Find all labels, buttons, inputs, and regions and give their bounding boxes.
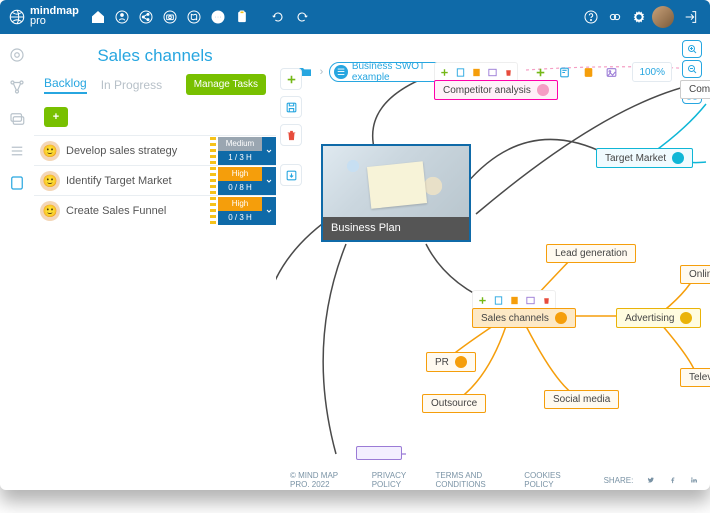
nt-add-icon[interactable] — [437, 65, 451, 79]
node-business-plan[interactable]: Business Plan — [321, 144, 471, 242]
tab-in-progress[interactable]: In Progress — [101, 78, 162, 92]
node-purple-stub[interactable] — [356, 446, 402, 460]
rail-network-icon[interactable] — [8, 78, 26, 96]
image-icon[interactable] — [603, 63, 621, 81]
task-avatar: 🙂 — [40, 201, 60, 221]
node-online[interactable]: Online — [680, 265, 710, 284]
nt-delete-icon[interactable] — [501, 65, 515, 79]
home-icon[interactable] — [87, 6, 109, 28]
task-name: Develop sales strategy — [66, 145, 210, 157]
more-icon[interactable] — [207, 6, 229, 28]
nt-note-icon[interactable] — [453, 65, 467, 79]
footer-share-label: SHARE: — [604, 476, 634, 485]
task-progress-stripe — [210, 167, 216, 195]
task-stats: Medium1 / 3 H — [218, 137, 262, 165]
footer: © MIND MAP PRO. 2022 PRIVACY POLICY TERM… — [0, 470, 710, 490]
footer-copyright: © MIND MAP PRO. 2022 — [290, 471, 358, 489]
task-row[interactable]: 🙂 Identify Target Market High0 / 8 H — [34, 165, 276, 195]
nt-image-icon[interactable] — [485, 65, 499, 79]
tool-download-icon[interactable] — [280, 164, 302, 186]
redo-icon[interactable] — [291, 6, 313, 28]
user-avatar[interactable] — [652, 6, 674, 28]
footer-privacy[interactable]: PRIVACY POLICY — [372, 471, 422, 489]
left-rail — [0, 34, 34, 470]
node-title: Business Plan — [323, 217, 469, 241]
task-expand-icon[interactable] — [262, 167, 276, 195]
task-avatar: 🙂 — [40, 171, 60, 191]
undo-icon[interactable] — [267, 6, 289, 28]
tool-add-icon[interactable] — [280, 68, 302, 90]
help-icon[interactable] — [580, 6, 602, 28]
node-toolbar-sales — [472, 290, 556, 310]
task-expand-icon[interactable] — [262, 197, 276, 225]
nt-task-icon[interactable] — [469, 65, 483, 79]
tool-delete-icon[interactable] — [280, 124, 302, 146]
brand-logo: mindmappro — [8, 7, 79, 27]
camera-icon[interactable] — [159, 6, 181, 28]
node-competitor[interactable]: Competitor analysis — [434, 80, 558, 100]
node-competition[interactable]: Competition — [680, 80, 710, 99]
user-diagram-icon[interactable] — [111, 6, 133, 28]
node-social-media[interactable]: Social media — [544, 390, 619, 409]
task-icon[interactable] — [579, 63, 597, 81]
task-stats: High0 / 3 H — [218, 197, 262, 225]
zoom-level[interactable]: 100% — [632, 62, 672, 82]
node-advertising[interactable]: Advertising — [616, 308, 701, 328]
facebook-icon[interactable] — [669, 475, 677, 485]
node-sales-channels[interactable]: Sales channels — [472, 308, 576, 328]
rail-overview-icon[interactable] — [8, 46, 26, 64]
node-television[interactable]: Television — [680, 368, 710, 387]
node-toolbar — [434, 62, 518, 82]
node-lead-generation[interactable]: Lead generation — [546, 244, 636, 263]
task-name: Identify Target Market — [66, 175, 210, 187]
share-icon[interactable] — [135, 6, 157, 28]
zoom-out-button[interactable] — [682, 60, 702, 78]
node-target-market[interactable]: Target Market — [596, 148, 693, 168]
task-avatar: 🙂 — [40, 141, 60, 161]
task-name: Create Sales Funnel — [66, 205, 210, 217]
nt-task-icon[interactable] — [507, 293, 521, 307]
add-node-icon[interactable] — [532, 63, 550, 81]
nt-add-icon[interactable] — [475, 293, 489, 307]
sidebar-title: Sales channels — [34, 34, 276, 74]
map-icon[interactable] — [183, 6, 205, 28]
tool-save-icon[interactable] — [280, 96, 302, 118]
clipboard-icon[interactable] — [231, 6, 253, 28]
task-row[interactable]: 🙂 Develop sales strategy Medium1 / 3 H — [34, 135, 276, 165]
canvas-toolbar — [280, 68, 302, 186]
nt-note-icon[interactable] — [491, 293, 505, 307]
task-stats: High0 / 8 H — [218, 167, 262, 195]
footer-cookies[interactable]: COOKIES POLICY — [524, 471, 575, 489]
settings-icon[interactable] — [628, 6, 650, 28]
note-icon[interactable] — [556, 63, 574, 81]
task-sidebar: Sales channels Backlog In Progress Manag… — [34, 34, 276, 470]
footer-terms[interactable]: TERMS AND CONDITIONS — [435, 471, 510, 489]
link-icon[interactable] — [604, 6, 626, 28]
node-outsource[interactable]: Outsource — [422, 394, 486, 413]
nt-delete-icon[interactable] — [539, 293, 553, 307]
rail-list-icon[interactable] — [8, 142, 26, 160]
top-toolbar: mindmappro — [0, 0, 710, 34]
manage-tasks-button[interactable]: Manage Tasks — [186, 74, 266, 95]
task-expand-icon[interactable] — [262, 137, 276, 165]
task-progress-stripe — [210, 137, 216, 165]
twitter-icon[interactable] — [647, 475, 655, 485]
task-row[interactable]: 🙂 Create Sales Funnel High0 / 3 H — [34, 195, 276, 225]
rail-chat-icon[interactable] — [8, 110, 26, 128]
zoom-in-button[interactable] — [682, 40, 702, 58]
rail-tasks-icon[interactable] — [8, 174, 26, 192]
node-image — [323, 146, 469, 217]
task-progress-stripe — [210, 197, 216, 225]
add-task-button[interactable]: + — [44, 107, 68, 127]
node-pr[interactable]: PR — [426, 352, 476, 372]
linkedin-icon[interactable] — [690, 475, 698, 485]
mindmap-canvas[interactable]: › ☰ Business SWOT example #21 100% — [276, 34, 710, 470]
logout-icon[interactable] — [680, 6, 702, 28]
nt-image-icon[interactable] — [523, 293, 537, 307]
tab-backlog[interactable]: Backlog — [44, 76, 87, 94]
